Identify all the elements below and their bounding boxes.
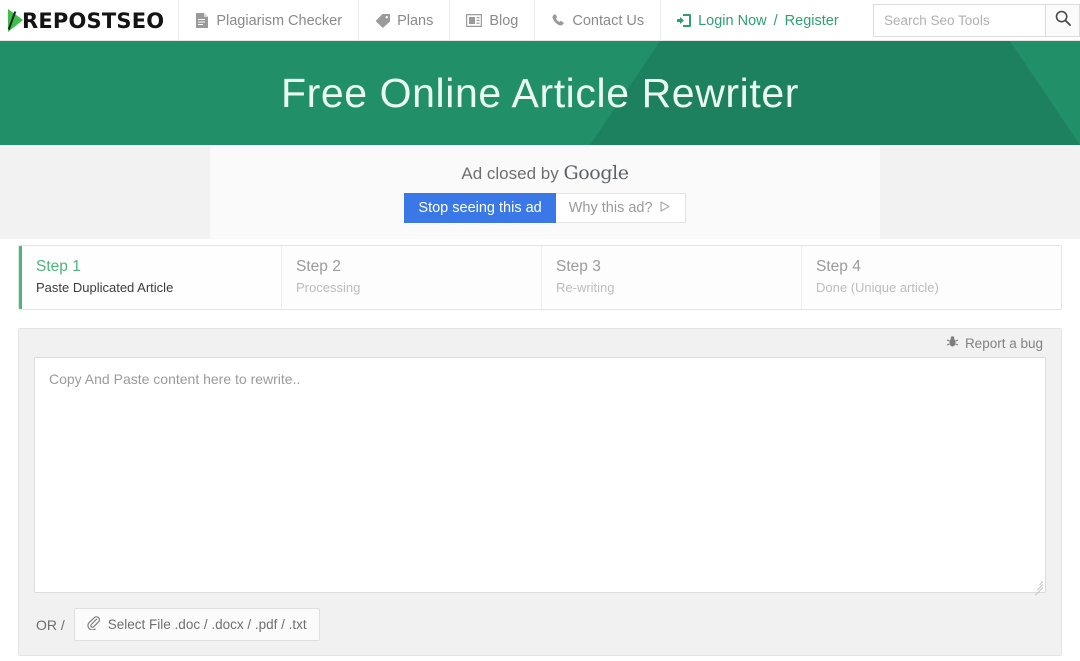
editor-panel: Report a bug OR / Select File .doc / .do… [18, 328, 1062, 656]
login-separator: / [773, 12, 778, 29]
page-title: Free Online Article Rewriter [280, 69, 800, 116]
search-button[interactable] [1045, 4, 1080, 37]
why-this-ad-button[interactable]: Why this ad? [555, 192, 686, 223]
step-subtitle: Processing [296, 280, 361, 295]
google-brand-text: Google [563, 161, 629, 184]
step-4[interactable]: Step 4 Done (Unique article) [801, 246, 1061, 309]
search-box [873, 4, 1080, 37]
nav-item-label: Contact Us [572, 12, 645, 29]
adchoices-triangle-icon [659, 200, 672, 216]
step-2[interactable]: Step 2 Processing [281, 246, 541, 309]
step-subtitle: Paste Duplicated Article [36, 280, 174, 295]
login-label: Login Now [698, 12, 767, 29]
document-icon [195, 13, 209, 28]
nav-item-plagiarism-checker[interactable]: Plagiarism Checker [178, 0, 358, 41]
search-icon [1055, 10, 1071, 31]
article-textarea[interactable] [34, 357, 1046, 593]
nav-item-label: Plans [397, 12, 434, 29]
ad-closed-panel: Ad closed by Google Stop seeing this ad … [210, 145, 880, 239]
ad-buttons: Stop seeing this ad Why this ad? [404, 192, 686, 223]
step-title: Step 4 [816, 258, 861, 275]
newspaper-icon [466, 14, 483, 27]
bug-icon [946, 335, 959, 351]
select-file-button[interactable]: Select File .doc / .docx / .pdf / .txt [73, 608, 320, 641]
tag-icon [375, 13, 391, 28]
steps-bar: Step 1 Paste Duplicated Article Step 2 P… [18, 245, 1062, 310]
site-logo[interactable]: REPOSTSEO [0, 0, 178, 41]
nav-item-plans[interactable]: Plans [358, 0, 449, 41]
nav-item-login-register[interactable]: Login Now / Register [660, 0, 855, 41]
paperclip-icon [87, 616, 100, 633]
nav-item-label: Blog [489, 12, 519, 29]
why-this-ad-label: Why this ad? [568, 199, 653, 216]
nav-items: Plagiarism Checker Plans Blog Contact Us [178, 0, 855, 41]
step-title: Step 2 [296, 258, 341, 275]
sign-in-icon [677, 14, 692, 27]
phone-icon [551, 13, 565, 28]
stop-seeing-this-ad-button[interactable]: Stop seeing this ad [404, 192, 556, 223]
select-file-label: Select File .doc / .docx / .pdf / .txt [107, 617, 307, 632]
nav-item-contact-us[interactable]: Contact Us [534, 0, 660, 41]
step-title: Step 3 [556, 258, 601, 275]
step-subtitle: Done (Unique article) [816, 280, 939, 295]
panel-toolbar: Report a bug [34, 329, 1046, 357]
step-3[interactable]: Step 3 Re-writing [541, 246, 801, 309]
hero-banner: Free Online Article Rewriter [0, 41, 1080, 145]
ad-strip: Ad closed by Google Stop seeing this ad … [0, 145, 1080, 239]
nav-item-label: Plagiarism Checker [216, 12, 343, 29]
top-navigation-bar: REPOSTSEO Plagiarism Checker Plans Blog [0, 0, 1080, 41]
ad-closed-title: Ad closed by Google [461, 161, 629, 184]
register-label: Register [784, 12, 839, 29]
step-subtitle: Re-writing [556, 280, 615, 295]
step-1[interactable]: Step 1 Paste Duplicated Article [19, 246, 281, 309]
search-input[interactable] [873, 4, 1045, 37]
file-upload-row: OR / Select File .doc / .docx / .pdf / .… [34, 608, 1046, 641]
logo-text: REPOSTSEO [22, 8, 165, 33]
main-content: Step 1 Paste Duplicated Article Step 2 P… [0, 245, 1080, 656]
ad-closed-text: Ad closed by [461, 163, 559, 183]
editor-wrap [34, 357, 1046, 596]
report-a-bug-link[interactable]: Report a bug [946, 335, 1043, 351]
nav-item-blog[interactable]: Blog [449, 0, 534, 41]
or-label: OR / [36, 616, 65, 633]
report-a-bug-label: Report a bug [964, 335, 1043, 351]
step-title: Step 1 [36, 258, 81, 275]
